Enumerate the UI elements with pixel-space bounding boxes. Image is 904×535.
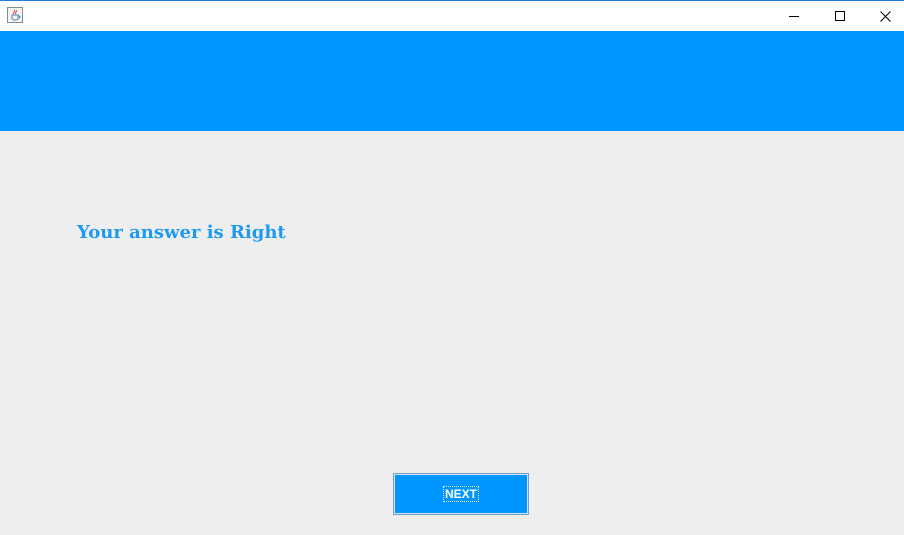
- close-button[interactable]: [862, 1, 904, 31]
- app-window: Your answer is Right NEXT: [0, 0, 904, 535]
- next-button-label: NEXT: [442, 486, 480, 502]
- maximize-button[interactable]: [817, 1, 863, 31]
- java-cup-icon[interactable]: [7, 7, 23, 23]
- result-message: Your answer is Right: [77, 222, 286, 243]
- maximize-icon: [835, 11, 845, 21]
- minimize-button[interactable]: [771, 1, 817, 31]
- close-icon: [879, 10, 891, 22]
- content-panel: Your answer is Right NEXT: [0, 131, 904, 535]
- header-banner: [0, 31, 904, 131]
- next-button[interactable]: NEXT: [393, 473, 529, 515]
- minimize-icon: [789, 16, 799, 17]
- title-bar: [0, 1, 904, 31]
